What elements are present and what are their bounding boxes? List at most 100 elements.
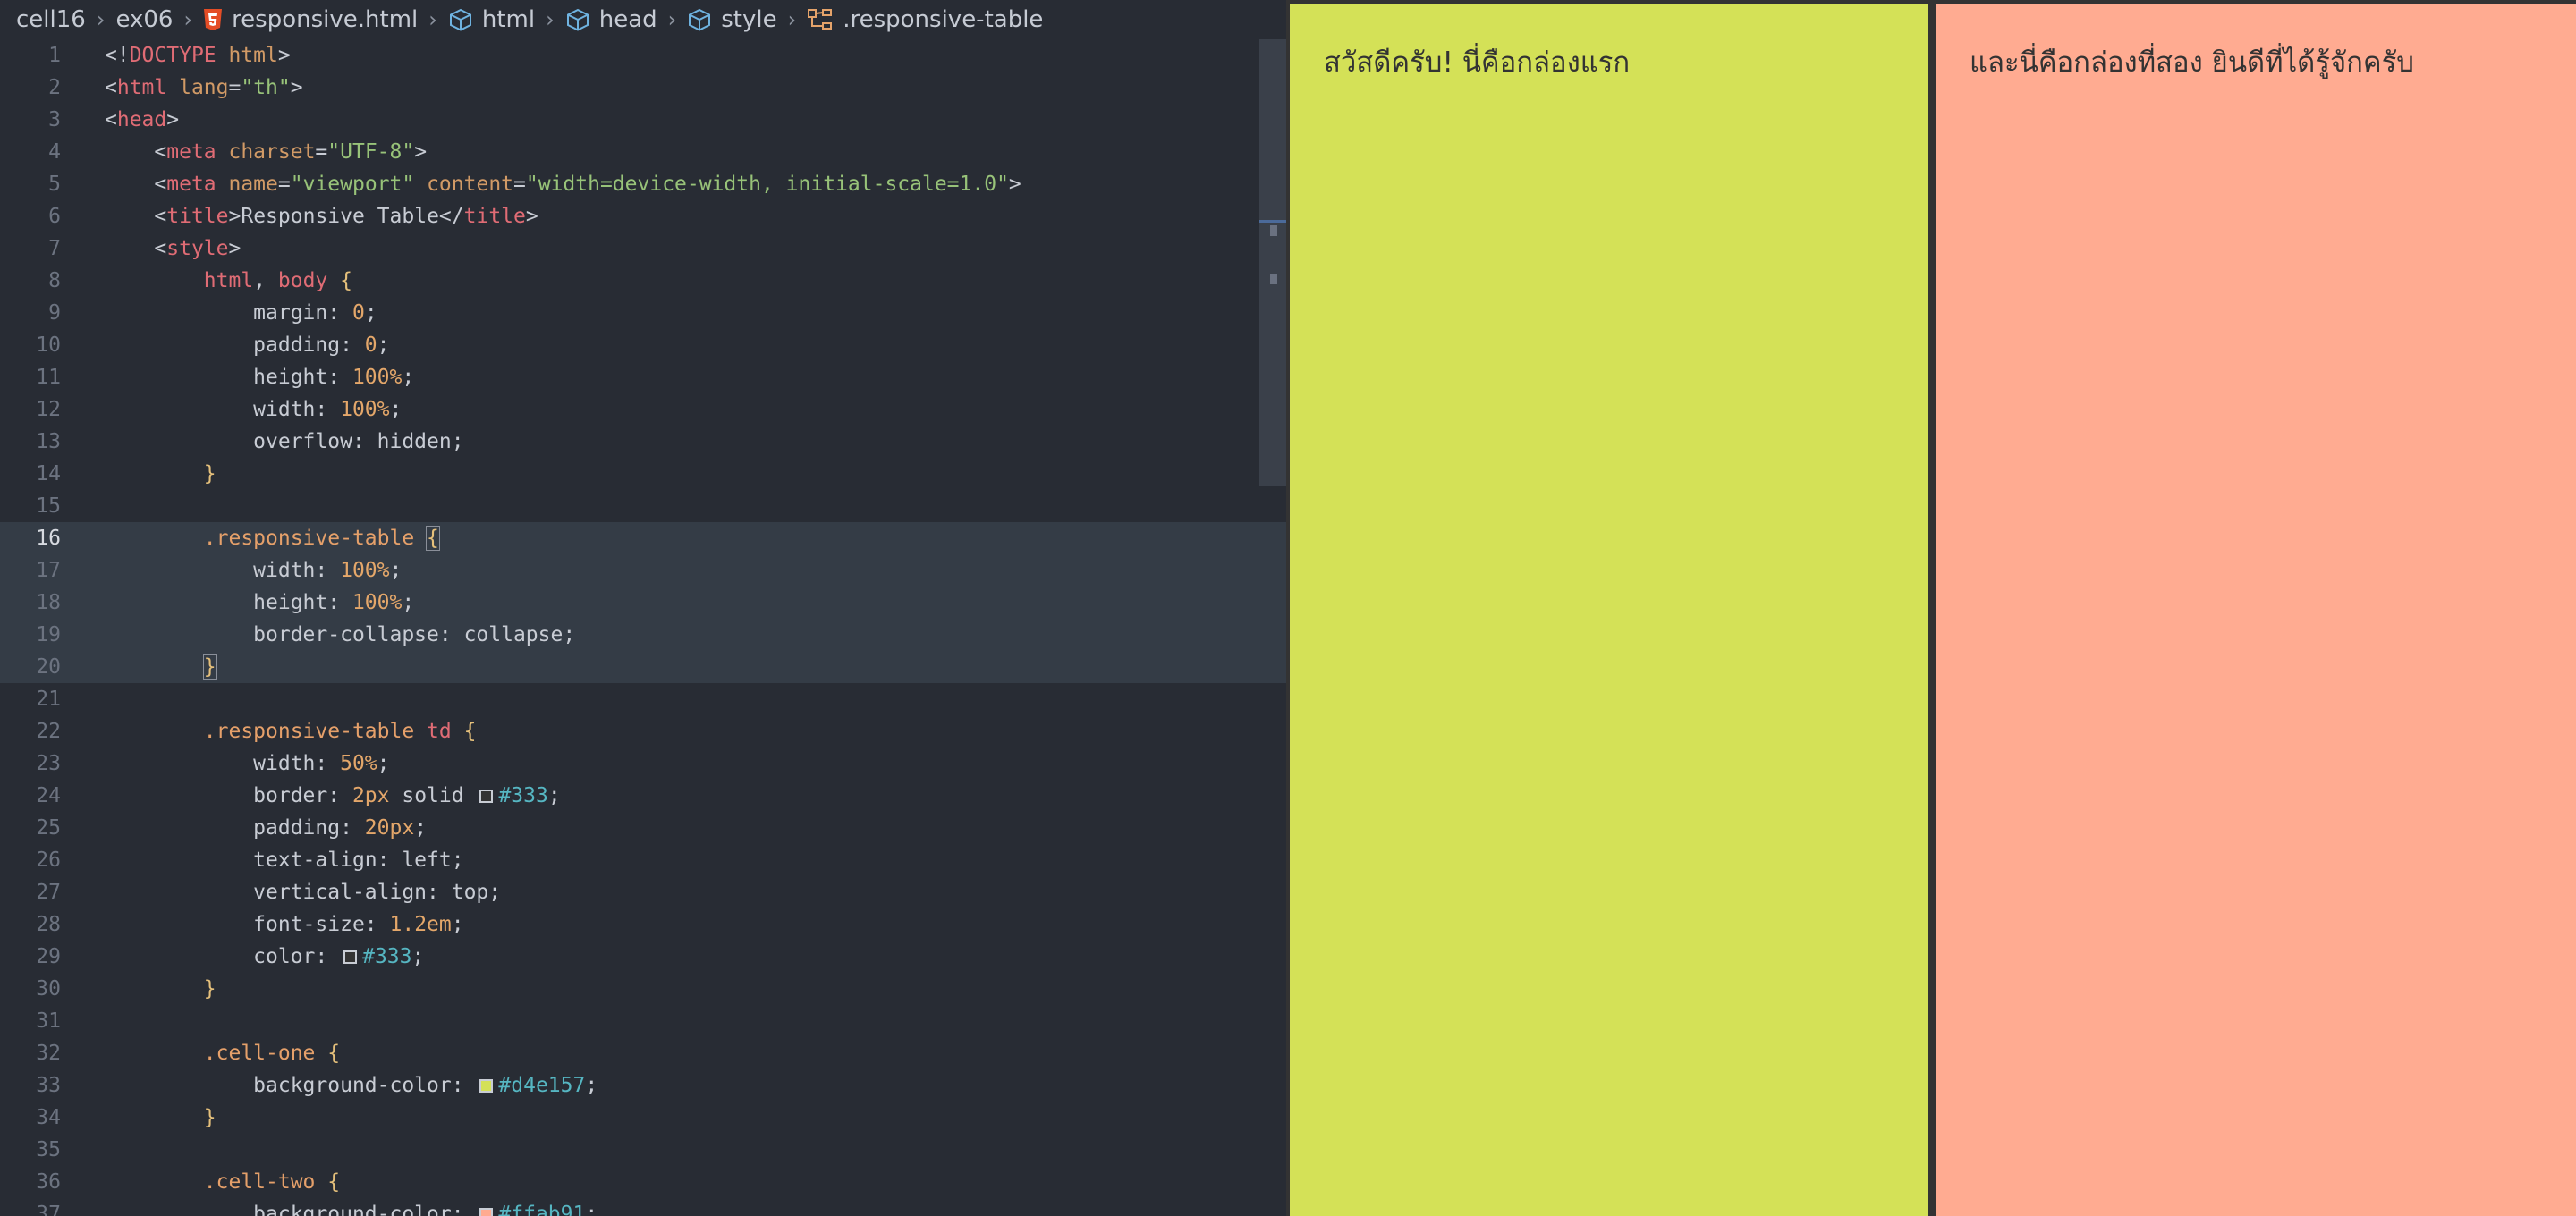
- code-line[interactable]: 15: [0, 490, 1286, 522]
- editor-scrollbar[interactable]: [1259, 39, 1286, 486]
- code-token: title: [166, 205, 229, 228]
- overview-ruler-mark: [1270, 225, 1277, 236]
- breadcrumb-item-ex06[interactable]: ex06: [115, 6, 173, 33]
- code-token: lang: [166, 76, 229, 99]
- code-line[interactable]: 5 <meta name="viewport" content="width=d…: [0, 168, 1286, 200]
- code-text: <meta charset="UTF-8">: [105, 136, 427, 168]
- cell-one-text: สวัสดีครับ! นี่คือกล่องแรก: [1324, 46, 1631, 79]
- code-text: text-align: left;: [105, 844, 463, 876]
- code-line[interactable]: 34 }: [0, 1102, 1286, 1134]
- code-line[interactable]: 37 background-color: #ffab91;: [0, 1198, 1286, 1216]
- code-text: margin: 0;: [105, 297, 377, 329]
- code-line[interactable]: 24 border: 2px solid #333;: [0, 780, 1286, 812]
- breadcrumb-item-style[interactable]: style: [687, 6, 777, 33]
- code-token: ;: [364, 301, 377, 325]
- code-line[interactable]: 29 color: #333;: [0, 941, 1286, 973]
- code-token: body: [277, 269, 328, 292]
- breadcrumb-item-selector[interactable]: .responsive-table: [807, 6, 1043, 33]
- code-line[interactable]: 18 height: 100%;: [0, 587, 1286, 619]
- line-number: 16: [36, 527, 61, 550]
- code-token: }: [202, 654, 217, 680]
- breadcrumb-item-cell16[interactable]: cell16: [16, 6, 86, 33]
- code-token: ;: [389, 398, 402, 421]
- code-line[interactable]: 33 background-color: #d4e157;: [0, 1069, 1286, 1102]
- code-text: background-color: #d4e157;: [105, 1069, 597, 1102]
- code-line[interactable]: 26 text-align: left;: [0, 844, 1286, 876]
- code-line[interactable]: 28 font-size: 1.2em;: [0, 908, 1286, 941]
- code-text: <head>: [105, 104, 179, 136]
- code-line[interactable]: 9 margin: 0;: [0, 297, 1286, 329]
- code-token: margin:: [105, 301, 352, 325]
- code-line[interactable]: 32 .cell-one {: [0, 1037, 1286, 1069]
- code-token: solid: [389, 784, 477, 807]
- code-line[interactable]: 31: [0, 1005, 1286, 1037]
- color-swatch-icon[interactable]: [479, 790, 494, 803]
- scrollbar-thumb[interactable]: [1259, 39, 1286, 486]
- code-line[interactable]: 14 }: [0, 458, 1286, 490]
- code-token: DOCTYPE: [129, 44, 216, 67]
- line-number: 17: [36, 559, 61, 582]
- code-text: <style>: [105, 232, 241, 265]
- code-line[interactable]: 27 vertical-align: top;: [0, 876, 1286, 908]
- code-token: 2px: [352, 784, 390, 807]
- code-line[interactable]: 8 html, body {: [0, 265, 1286, 297]
- color-swatch-icon[interactable]: [479, 1079, 494, 1093]
- code-text: vertical-align: top;: [105, 876, 501, 908]
- code-line[interactable]: 23 width: 50%;: [0, 747, 1286, 780]
- code-token: ;: [377, 752, 390, 775]
- code-text: font-size: 1.2em;: [105, 908, 463, 941]
- code-text: width: 50%;: [105, 747, 390, 780]
- code-line[interactable]: 35: [0, 1134, 1286, 1166]
- code-token: ;: [377, 334, 390, 357]
- code-line[interactable]: 3 <head>: [0, 104, 1286, 136]
- code-line[interactable]: 6 <title>Responsive Table</title>: [0, 200, 1286, 232]
- line-number: 11: [36, 366, 61, 389]
- breadcrumb-item-file[interactable]: responsive.html: [203, 6, 418, 33]
- code-token: color:: [105, 945, 341, 968]
- code-text: height: 100%;: [105, 587, 414, 619]
- breadcrumb-item-html[interactable]: html: [448, 6, 535, 33]
- code-line[interactable]: 16 .responsive-table {: [0, 522, 1286, 554]
- code-token: ;: [411, 945, 425, 968]
- code-token: <: [105, 237, 167, 260]
- color-swatch-icon[interactable]: [343, 950, 358, 964]
- code-line[interactable]: 1 <!DOCTYPE html>: [0, 39, 1286, 72]
- breadcrumb-label: head: [598, 6, 657, 33]
- code-text: color: #333;: [105, 941, 424, 973]
- code-line[interactable]: 22 .responsive-table td {: [0, 715, 1286, 747]
- code-line[interactable]: 4 <meta charset="UTF-8">: [0, 136, 1286, 168]
- code-line[interactable]: 2 <html lang="th">: [0, 72, 1286, 104]
- chevron-right-icon: ›: [96, 7, 106, 32]
- code-line[interactable]: 17 width: 100%;: [0, 554, 1286, 587]
- code-token: >: [1008, 173, 1021, 196]
- cube-icon: [449, 8, 471, 31]
- code-token: title: [463, 205, 526, 228]
- line-number: 12: [36, 398, 61, 421]
- code-line[interactable]: 20 }: [0, 651, 1286, 683]
- code-editor[interactable]: 1 <!DOCTYPE html> 2 <html lang="th"> 3 <head>…: [0, 39, 1286, 1216]
- code-token: >: [525, 205, 538, 228]
- color-swatch-icon[interactable]: [479, 1208, 494, 1216]
- code-line[interactable]: 10 padding: 0;: [0, 329, 1286, 361]
- code-line[interactable]: 11 height: 100%;: [0, 361, 1286, 393]
- code-token: 100%: [340, 398, 390, 421]
- breadcrumb-item-head[interactable]: head: [565, 6, 657, 33]
- code-text: height: 100%;: [105, 361, 414, 393]
- code-line[interactable]: 7 <style>: [0, 232, 1286, 265]
- code-line[interactable]: 21: [0, 683, 1286, 715]
- code-line[interactable]: 25 padding: 20px;: [0, 812, 1286, 844]
- code-line[interactable]: 30 }: [0, 973, 1286, 1005]
- line-number: 34: [36, 1106, 61, 1129]
- code-line[interactable]: 13 overflow: hidden;: [0, 426, 1286, 458]
- code-line[interactable]: 19 border-collapse: collapse;: [0, 619, 1286, 651]
- code-token: >: [228, 205, 242, 228]
- code-line[interactable]: 12 width: 100%;: [0, 393, 1286, 426]
- code-line[interactable]: 36 .cell-two {: [0, 1166, 1286, 1198]
- code-token: style: [166, 237, 229, 260]
- code-token: ,: [253, 269, 278, 292]
- code-token: charset: [216, 140, 316, 164]
